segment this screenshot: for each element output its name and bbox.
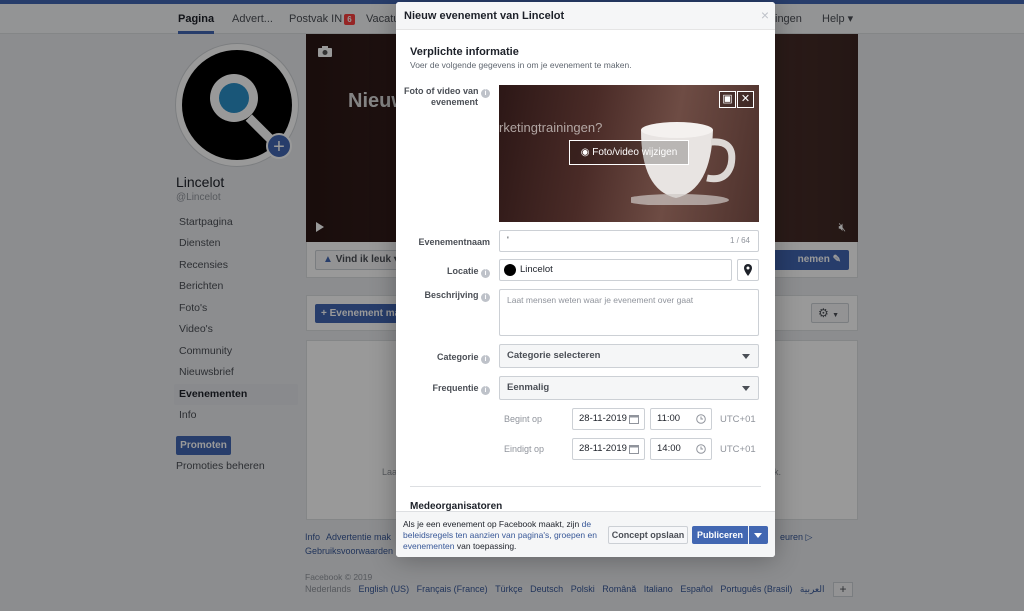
event-name-label: Evenementnaam (418, 237, 490, 247)
camera-icon: ◉ (580, 147, 590, 158)
dialog-header: Nieuw evenement van Lincelot × (396, 2, 775, 30)
section-subtitle: Voer de volgende gegevens in om je evene… (410, 60, 632, 70)
legal-notice: Als je een evenement op Facebook maakt, … (403, 519, 603, 552)
chevron-down-icon (742, 354, 750, 359)
close-icon[interactable]: × (761, 7, 769, 23)
end-timezone: UTC+01 (720, 444, 756, 455)
frequency-select[interactable]: Eenmalig (499, 376, 759, 400)
clock-icon (696, 414, 706, 424)
info-icon[interactable]: i (481, 293, 490, 302)
description-label-text: Beschrijving (424, 290, 479, 300)
publish-options-button[interactable] (749, 526, 768, 544)
category-value: Categorie selecteren (507, 350, 601, 361)
event-photo: rketingtrainingen? ◉ Foto/video wijzigen… (499, 85, 759, 222)
frequency-value: Eenmalig (507, 382, 550, 393)
reposition-icon[interactable]: ▣ (719, 91, 736, 108)
start-time-value: 11:00 (657, 413, 681, 424)
category-select[interactable]: Categorie selecteren (499, 344, 759, 368)
section-title: Verplichte informatie (410, 46, 519, 58)
description-textarea[interactable]: Laat mensen weten waar je evenement over… (499, 289, 759, 336)
photo-label: Foto of video van i evenement (404, 86, 490, 107)
legal-text: van toepassing. (454, 541, 517, 551)
map-pin-button[interactable] (737, 259, 759, 281)
publish-button[interactable]: Publiceren (692, 526, 748, 544)
category-label: Categorie i (436, 352, 490, 364)
char-counter: 1 / 64 (729, 236, 750, 245)
frequency-label: Frequentie i (432, 383, 490, 395)
dialog-footer: Als je een evenement op Facebook maakt, … (396, 511, 775, 557)
event-name-input[interactable]: ' 1 / 64 (499, 230, 759, 252)
frequency-label-text: Frequentie (432, 383, 479, 393)
dialog-title: Nieuw evenement van Lincelot (404, 10, 565, 22)
end-label: Eindigt op (504, 444, 545, 454)
info-icon[interactable]: i (481, 269, 490, 278)
map-pin-icon (744, 264, 752, 276)
start-date-value: 28-11-2019 (579, 413, 627, 424)
photo-label-line: evenement (430, 97, 478, 107)
start-date-input[interactable]: 28-11-2019 (572, 408, 645, 430)
save-draft-button[interactable]: Concept opslaan (608, 526, 688, 544)
location-value: Lincelot (520, 264, 553, 275)
location-input[interactable]: Lincelot (499, 259, 732, 281)
category-label-text: Categorie (436, 352, 479, 362)
end-date-input[interactable]: 28-11-2019 (572, 438, 645, 460)
start-label: Begint op (504, 414, 543, 424)
event-name-value: ' (507, 235, 509, 246)
divider (410, 486, 761, 487)
change-photo-button[interactable]: ◉ Foto/video wijzigen (569, 140, 689, 165)
end-time-input[interactable]: 14:00 (650, 438, 712, 460)
description-label: Beschrijving i (424, 290, 490, 302)
change-photo-label: Foto/video wijzigen (592, 147, 678, 158)
info-icon[interactable]: i (481, 355, 490, 364)
end-time-value: 14:00 (657, 443, 681, 454)
lincelot-avatar-icon (504, 264, 516, 276)
location-label: Locatie i (446, 266, 490, 278)
calendar-icon (629, 415, 639, 424)
end-date-value: 28-11-2019 (579, 443, 627, 454)
photo-overlay-text: rketingtrainingen? (499, 120, 603, 135)
legal-text: Als je een evenement op Facebook maakt, … (403, 519, 582, 529)
chevron-down-icon (754, 533, 762, 538)
location-label-text: Locatie (446, 266, 479, 276)
remove-photo-icon[interactable]: ✕ (737, 91, 754, 108)
photo-label-line: Foto of video van (403, 86, 479, 96)
info-icon[interactable]: i (481, 89, 490, 98)
start-time-input[interactable]: 11:00 (650, 408, 712, 430)
calendar-icon (629, 445, 639, 454)
start-timezone: UTC+01 (720, 414, 756, 425)
chevron-down-icon (742, 386, 750, 391)
info-icon[interactable]: i (481, 386, 490, 395)
clock-icon (696, 444, 706, 454)
create-event-dialog: Nieuw evenement van Lincelot × Verplicht… (396, 2, 775, 557)
